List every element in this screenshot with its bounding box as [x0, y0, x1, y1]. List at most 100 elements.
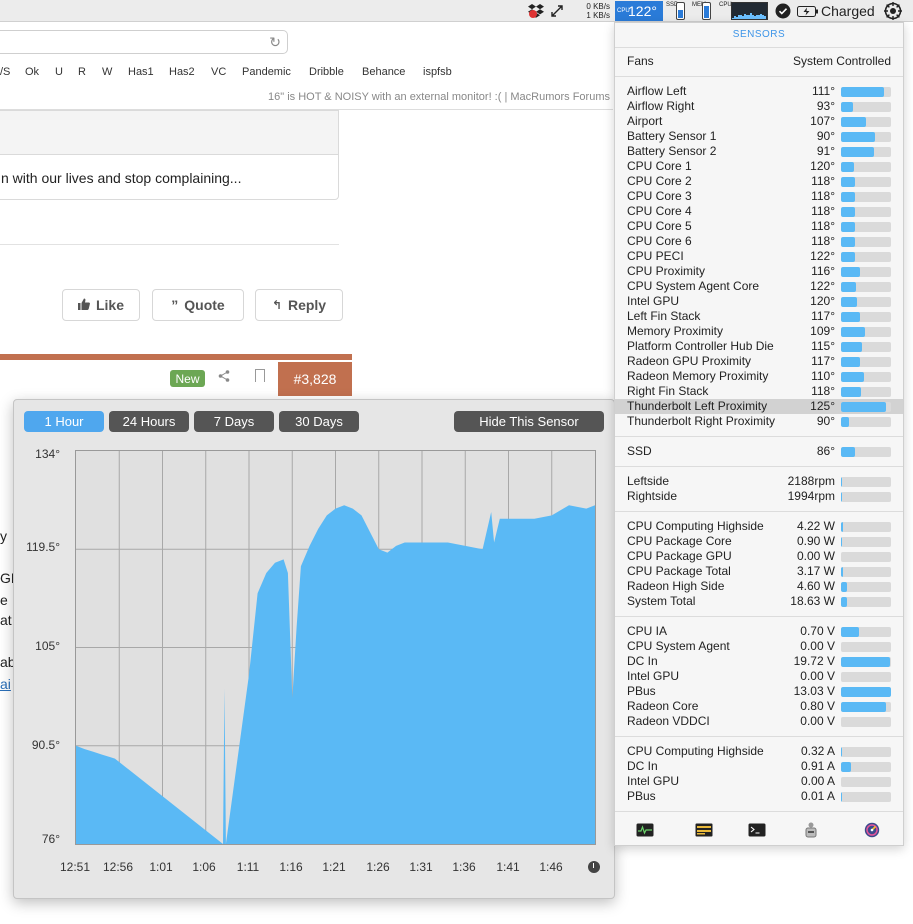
sensor-row[interactable]: CPU Core 3 118°: [615, 189, 903, 204]
sensor-row[interactable]: Intel GPU 120°: [615, 294, 903, 309]
bookmark-item[interactable]: /S: [0, 66, 10, 78]
range-30-days-button[interactable]: 30 Days: [279, 411, 359, 432]
sensor-row[interactable]: Right Fin Stack 118°: [615, 384, 903, 399]
sensor-level-bar: [841, 792, 891, 802]
sensor-value: 3.17 W: [796, 564, 835, 578]
reply-button[interactable]: ↰ Reply: [255, 289, 343, 321]
reload-icon[interactable]: ↻: [269, 34, 281, 51]
range-24-hours-button[interactable]: 24 Hours: [109, 411, 189, 432]
bookmark-item[interactable]: Dribble: [309, 66, 344, 78]
disk-utility-icon[interactable]: [862, 822, 882, 838]
panel-title: SENSORS: [732, 29, 786, 40]
sensor-row[interactable]: Airflow Left 111°: [615, 84, 903, 99]
network-download-rate: 1 KB/s: [586, 11, 610, 20]
sensor-row[interactable]: Thunderbolt Right Proximity 90°: [615, 414, 903, 429]
console-icon[interactable]: [694, 822, 714, 838]
cpu-usage-graph[interactable]: [731, 2, 768, 20]
like-button[interactable]: Like: [62, 289, 140, 321]
sensor-row[interactable]: Thunderbolt Left Proximity 125°: [615, 399, 903, 414]
sensor-level-bar: [841, 342, 891, 352]
sensor-row[interactable]: Platform Controller Hub Die 115°: [615, 339, 903, 354]
sensor-row[interactable]: Radeon Memory Proximity 110°: [615, 369, 903, 384]
sensor-value: 0.00 V: [800, 639, 835, 653]
sensor-row[interactable]: CPU Core 2 118°: [615, 174, 903, 189]
quote-button[interactable]: ” Quote: [152, 289, 244, 321]
sensor-row[interactable]: CPU Computing Highside 4.22 W: [615, 519, 903, 534]
sensor-row[interactable]: PBus 0.01 A: [615, 789, 903, 804]
bookmark-item[interactable]: Behance: [362, 66, 405, 78]
bookmark-item[interactable]: ispfsb: [423, 66, 452, 78]
resize-arrows-icon[interactable]: [550, 0, 564, 22]
sensor-row[interactable]: CPU Core 1 120°: [615, 159, 903, 174]
sensor-row[interactable]: CPU Package GPU 0.00 W: [615, 549, 903, 564]
sensor-row[interactable]: Rightside 1994rpm: [615, 489, 903, 504]
share-icon[interactable]: [218, 370, 230, 385]
post-text-fragment: at: [0, 612, 12, 628]
istat-gear-icon[interactable]: [883, 0, 903, 22]
bookmark-item[interactable]: Ok: [25, 66, 39, 78]
sensor-row[interactable]: Intel GPU 0.00 V: [615, 669, 903, 684]
system-info-icon[interactable]: [801, 822, 821, 838]
x-tick-label: 1:31: [409, 860, 433, 874]
sensor-row[interactable]: SSD 86°: [615, 444, 903, 459]
bookmark-item[interactable]: Has1: [128, 66, 154, 78]
ssd-usage-fill: [678, 10, 683, 18]
x-tick-label: 1:41: [496, 860, 520, 874]
sensor-row[interactable]: Battery Sensor 1 90°: [615, 129, 903, 144]
sensor-row[interactable]: DC In 0.91 A: [615, 759, 903, 774]
sensor-row[interactable]: CPU System Agent Core 122°: [615, 279, 903, 294]
post-text-fragment: y: [0, 528, 7, 544]
bookmark-item[interactable]: W: [102, 66, 112, 78]
bookmark-item[interactable]: VC: [211, 66, 226, 78]
bookmark-item[interactable]: U: [55, 66, 63, 78]
clock-icon[interactable]: [588, 861, 600, 873]
sensor-row[interactable]: CPU Package Core 0.90 W: [615, 534, 903, 549]
dropbox-icon[interactable]: [526, 0, 546, 22]
battery-icon[interactable]: [797, 0, 819, 22]
address-bar[interactable]: ↻: [0, 30, 288, 54]
sensor-row[interactable]: CPU Proximity 116°: [615, 264, 903, 279]
sensor-row[interactable]: CPU System Agent 0.00 V: [615, 639, 903, 654]
post-header-bar: [0, 354, 352, 360]
sensor-row[interactable]: CPU PECI 122°: [615, 249, 903, 264]
memory-usage-bar[interactable]: [702, 2, 711, 20]
checkmark-icon[interactable]: [774, 0, 792, 22]
ssd-usage-bar[interactable]: [676, 2, 685, 20]
sensor-row[interactable]: CPU Computing Highside 0.32 A: [615, 744, 903, 759]
sensor-row[interactable]: System Total 18.63 W: [615, 594, 903, 609]
network-monitor[interactable]: 0 KB/s 1 KB/s: [580, 2, 610, 20]
sensor-row[interactable]: CPU IA 0.70 V: [615, 624, 903, 639]
sensor-row[interactable]: Memory Proximity 109°: [615, 324, 903, 339]
sensor-row[interactable]: CPU Package Total 3.17 W: [615, 564, 903, 579]
sensor-row[interactable]: Radeon VDDCI 0.00 V: [615, 714, 903, 729]
sensor-row[interactable]: CPU Core 6 118°: [615, 234, 903, 249]
range-1-hour-button[interactable]: 1 Hour: [24, 411, 104, 432]
sensor-row[interactable]: Airport 107°: [615, 114, 903, 129]
tab-title[interactable]: 16" is HOT & NOISY with an external moni…: [210, 91, 610, 103]
terminal-icon[interactable]: [747, 822, 767, 838]
sensor-row[interactable]: Intel GPU 0.00 A: [615, 774, 903, 789]
bookmark-post-icon[interactable]: [255, 369, 265, 382]
bookmark-item[interactable]: R: [78, 66, 86, 78]
sensor-row[interactable]: PBus 13.03 V: [615, 684, 903, 699]
post-number[interactable]: #3,828: [278, 362, 352, 396]
sensor-row[interactable]: Radeon High Side 4.60 W: [615, 579, 903, 594]
bookmark-item[interactable]: Has2: [169, 66, 195, 78]
hide-sensor-button[interactable]: Hide This Sensor: [454, 411, 604, 432]
sensor-row[interactable]: Radeon GPU Proximity 117°: [615, 354, 903, 369]
cpu-temperature-badge[interactable]: CPU 122°: [615, 1, 663, 21]
bookmark-item[interactable]: Pandemic: [242, 66, 291, 78]
cpu-temp-value: 122°: [628, 3, 657, 19]
sensor-row[interactable]: Radeon Core 0.80 V: [615, 699, 903, 714]
activity-monitor-icon[interactable]: [635, 822, 655, 838]
post-link-fragment[interactable]: ai: [0, 676, 11, 692]
fans-mode-row[interactable]: Fans System Controlled: [627, 54, 891, 70]
sensor-row[interactable]: CPU Core 5 118°: [615, 219, 903, 234]
sensor-row[interactable]: Battery Sensor 2 91°: [615, 144, 903, 159]
sensor-row[interactable]: Leftside 2188rpm: [615, 474, 903, 489]
sensor-row[interactable]: CPU Core 4 118°: [615, 204, 903, 219]
sensor-row[interactable]: DC In 19.72 V: [615, 654, 903, 669]
sensor-row[interactable]: Airflow Right 93°: [615, 99, 903, 114]
sensor-row[interactable]: Left Fin Stack 117°: [615, 309, 903, 324]
range-7-days-button[interactable]: 7 Days: [194, 411, 274, 432]
